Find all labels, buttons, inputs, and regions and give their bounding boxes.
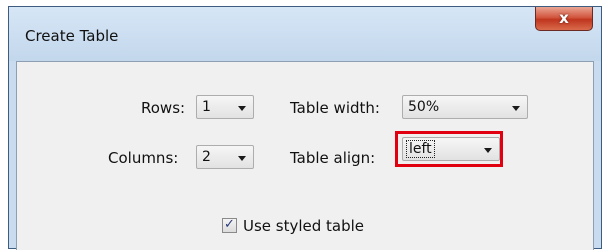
- columns-label: Columns:: [108, 149, 179, 167]
- rows-select[interactable]: 1: [196, 95, 254, 119]
- annotation-highlight-box: [395, 131, 503, 167]
- rows-value: 1: [202, 99, 211, 115]
- title-bar: Create Table x: [9, 7, 601, 61]
- table-width-value: 50%: [408, 99, 440, 115]
- columns-value: 2: [202, 149, 211, 165]
- use-styled-table-label: Use styled table: [243, 217, 365, 235]
- use-styled-table-checkbox[interactable]: ✓: [222, 217, 237, 233]
- table-width-select[interactable]: 50%: [402, 95, 528, 119]
- chevron-down-icon: [238, 106, 246, 111]
- dialog-title: Create Table: [25, 27, 119, 45]
- checkmark-icon: ✓: [224, 217, 235, 232]
- chevron-down-icon: [238, 156, 246, 161]
- create-table-dialog: Create Table x: [8, 6, 602, 250]
- rows-label: Rows:: [141, 99, 186, 117]
- chevron-down-icon: [512, 106, 520, 111]
- table-align-label: Table align:: [290, 149, 376, 167]
- close-icon: x: [559, 9, 569, 27]
- close-button[interactable]: x: [535, 7, 593, 31]
- table-width-label: Table width:: [290, 99, 380, 117]
- columns-select[interactable]: 2: [196, 145, 254, 169]
